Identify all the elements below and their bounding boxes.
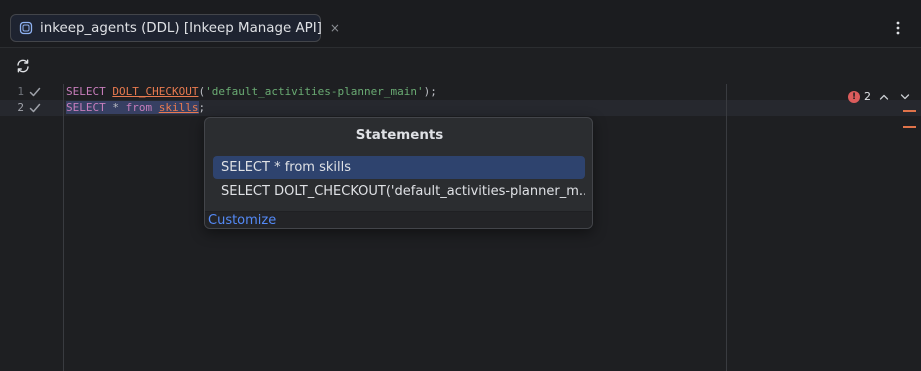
next-problem-icon[interactable] [899,90,911,104]
editor-tab-bar: inkeep_agents (DDL) [Inkeep Manage API] … [0,0,921,48]
keyword-select: SELECT [66,101,106,114]
statements-popup: Statements SELECT * from skills SELECT D… [204,117,593,229]
statement-option[interactable]: SELECT DOLT_CHECKOUT('default_activities… [213,180,585,203]
sql-console-window: inkeep_agents (DDL) [Inkeep Manage API] … [0,0,921,371]
table-name: skills [158,101,199,114]
refresh-icon[interactable] [14,57,32,75]
keyword-select: SELECT [66,85,106,98]
check-icon [29,102,41,114]
line-number: 2 [17,101,24,114]
code-text: SELECT DOLT_CHECKOUT('default_activities… [66,84,437,100]
more-options-icon[interactable] [891,18,905,38]
statement-option-selected[interactable]: SELECT * from skills [213,156,585,179]
popup-footer: Customize [205,211,592,228]
close-icon[interactable]: × [330,22,340,34]
code-line[interactable]: 2 SELECT * from skills; [0,100,921,116]
right-margin-guide [726,84,727,371]
console-toolbar [0,48,921,84]
close-paren: ); [423,85,437,98]
customize-link[interactable]: Customize [208,212,276,228]
error-stripe-marker[interactable] [903,110,916,112]
error-stripe-marker[interactable] [903,126,916,128]
problems-count: 2 [864,90,871,103]
problems-indicator[interactable]: ! 2 [848,90,871,103]
previous-problem-icon[interactable] [878,90,890,104]
popup-title: Statements [355,128,444,143]
gutter-divider [63,84,64,371]
selected-statement: SELECT * from skills [66,101,199,114]
semicolon: ; [198,101,206,114]
code-text: SELECT * from skills; [66,100,205,116]
keyword-from: from [125,101,153,114]
editor-tab[interactable]: inkeep_agents (DDL) [Inkeep Manage API] … [10,14,340,42]
line-number: 1 [17,85,24,98]
code-line[interactable]: 1 SELECT DOLT_CHECKOUT('default_activiti… [0,84,921,100]
string-literal: 'default_activities-planner_main' [205,85,424,98]
check-icon [29,86,41,98]
tab-title: inkeep_agents (DDL) [Inkeep Manage API] [40,20,322,36]
error-icon: ! [848,90,860,103]
database-console-icon [19,21,33,35]
function-name: DOLT_CHECKOUT [112,85,199,98]
star-token: * [112,101,119,114]
